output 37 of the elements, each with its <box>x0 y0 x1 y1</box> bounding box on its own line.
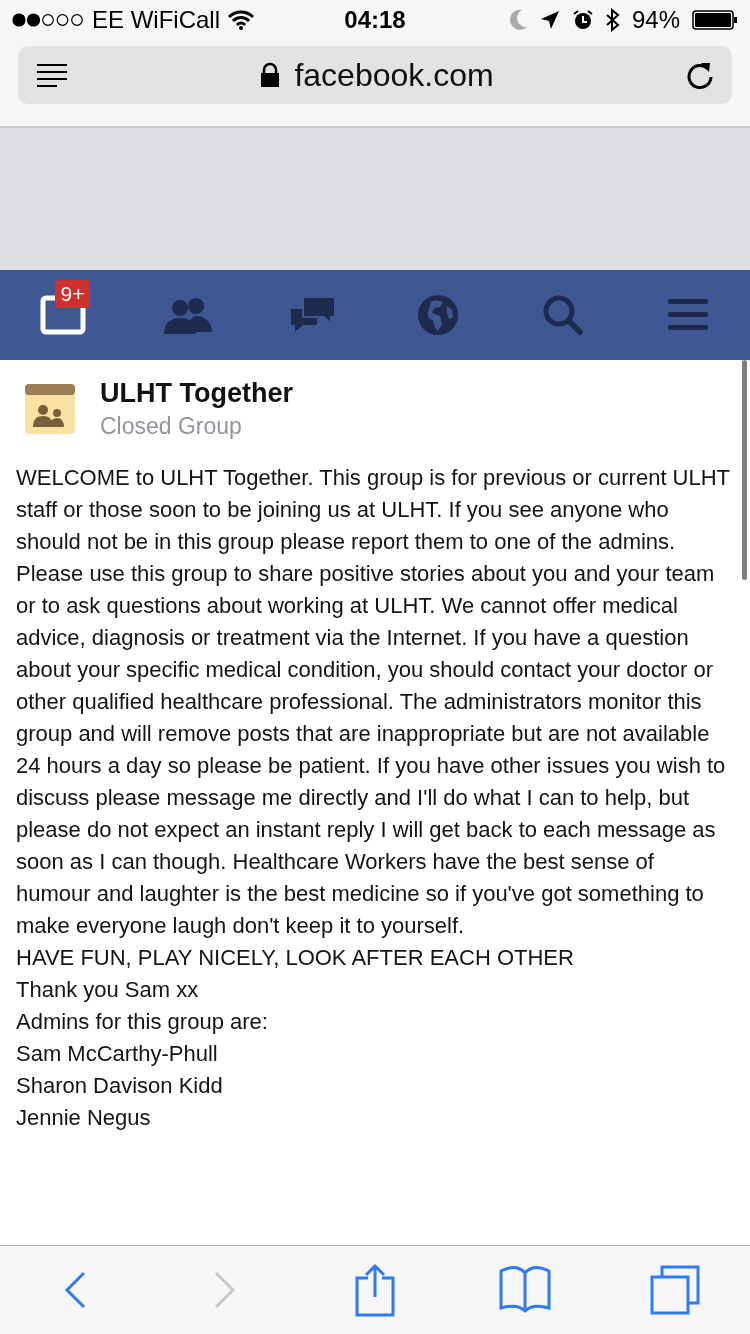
back-icon <box>64 1271 86 1309</box>
wifi-icon <box>228 10 254 30</box>
notification-badge: 9+ <box>54 280 91 308</box>
description-text: Thank you Sam xx <box>16 976 200 1004</box>
forward-icon <box>214 1271 236 1309</box>
menu-icon <box>666 297 709 333</box>
lock-icon <box>260 62 281 88</box>
group-privacy: Closed Group <box>100 413 243 440</box>
reload-icon[interactable] <box>686 60 714 90</box>
description-text: Admins for this group are: <box>16 1008 269 1036</box>
battery-icon <box>692 10 738 30</box>
signal-icon <box>12 13 84 27</box>
carrier-name: EE WiFiCall <box>92 6 220 34</box>
location-icon <box>539 10 560 30</box>
book-icon <box>499 1265 551 1315</box>
tabs-icon <box>650 1265 700 1315</box>
alarm-icon <box>571 9 594 31</box>
friends-icon <box>162 296 213 334</box>
bluetooth-icon <box>605 8 620 32</box>
globe-icon <box>416 294 459 336</box>
description-text: WELCOME to ULHT Together. This group is for previous or current ULHT staff or those soon to be joining us at ULHT. If you see anyone who should not be in this group please report them to one of the admins. Please use this group to share positive stories about you and your team or to ask questions about working at ULHT. We cannot offer medical advice, diagnosis or treatment via the Internet. If you have a question about your specific medical condition, you should contact your doctor or other qualified healthcare professional. The administrators monitor this group and will remove posts that are inappropriate but are not available 24 hours a day so please be patient. If you have other issues you wish to discuss please message me directly and I'll do what I can to help, but please do not expect an instant reply I will get back to each message as soon as I can though. Healthcare Workers have the best sense of humour and laughter is the best medicine so if you've got something to make everyone laugh don't keep it to yourself. <box>16 464 731 940</box>
description-text: Sam McCarthy-Phull <box>16 1040 219 1068</box>
group-name[interactable]: ULHT Together <box>100 378 293 409</box>
search-icon <box>541 294 584 336</box>
description-text: Sharon Davison Kidd <box>16 1072 224 1100</box>
reader-icon[interactable] <box>36 63 68 87</box>
clock-time: 04:18 <box>344 6 406 34</box>
description-text: Jennie Negus <box>16 1104 152 1132</box>
url-text: facebook.com <box>294 56 494 94</box>
chat-icon <box>288 295 337 335</box>
battery-percent: 94% <box>631 6 680 34</box>
description-text: HAVE FUN, PLAY NICELY, LOOK AFTER EACH OTHER <box>16 944 575 972</box>
nav-tab[interactable]: 9+ <box>22 280 103 350</box>
group-icon <box>24 383 76 435</box>
share-icon <box>355 1263 395 1317</box>
address-bar[interactable]: facebook.com <box>18 46 732 104</box>
moon-icon <box>507 9 528 31</box>
